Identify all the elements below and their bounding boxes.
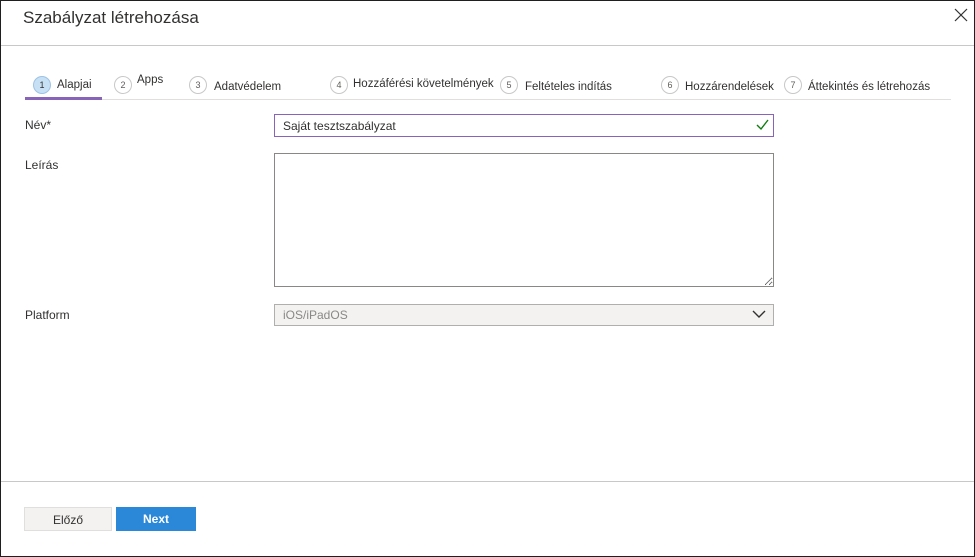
step-label: Áttekintés és létrehozás xyxy=(808,81,931,93)
platform-label: Platform xyxy=(25,308,70,322)
previous-button[interactable]: Előző xyxy=(24,507,112,531)
step-label: Apps xyxy=(137,74,164,86)
header-divider xyxy=(1,45,974,46)
close-button[interactable] xyxy=(951,5,971,25)
step-label: Hozzáférési követelmények xyxy=(353,78,494,90)
chevron-down-icon[interactable] xyxy=(752,309,766,319)
name-label: Név* xyxy=(25,118,52,132)
step-number: 2 xyxy=(114,76,132,94)
create-policy-dialog: Szabályzat létrehozása 1 Alapjai 2 Apps … xyxy=(0,0,975,557)
step-label: Feltételes indítás xyxy=(525,81,612,93)
dialog-title: Szabályzat létrehozása xyxy=(23,8,199,27)
step-number: 7 xyxy=(784,76,802,94)
description-label: Leírás xyxy=(25,158,59,172)
next-button[interactable]: Next xyxy=(116,507,196,531)
step-label: Alapjai xyxy=(57,79,92,91)
step-number: 6 xyxy=(661,76,679,94)
step-number: 3 xyxy=(189,76,207,94)
footer-divider xyxy=(1,481,974,482)
step-number: 4 xyxy=(330,76,348,94)
name-input[interactable] xyxy=(274,114,774,137)
steps-divider xyxy=(25,99,951,100)
active-step-indicator xyxy=(25,97,102,100)
step-number: 5 xyxy=(500,76,518,94)
checkmark-icon xyxy=(756,119,769,131)
platform-value: iOS/iPadOS xyxy=(283,308,348,322)
step-label: Adatvédelem xyxy=(214,81,282,93)
description-textarea[interactable] xyxy=(274,153,774,287)
platform-dropdown[interactable]: iOS/iPadOS xyxy=(274,304,774,326)
step-number: 1 xyxy=(33,76,51,94)
close-icon xyxy=(954,8,968,22)
step-label: Hozzárendelések xyxy=(685,81,774,93)
